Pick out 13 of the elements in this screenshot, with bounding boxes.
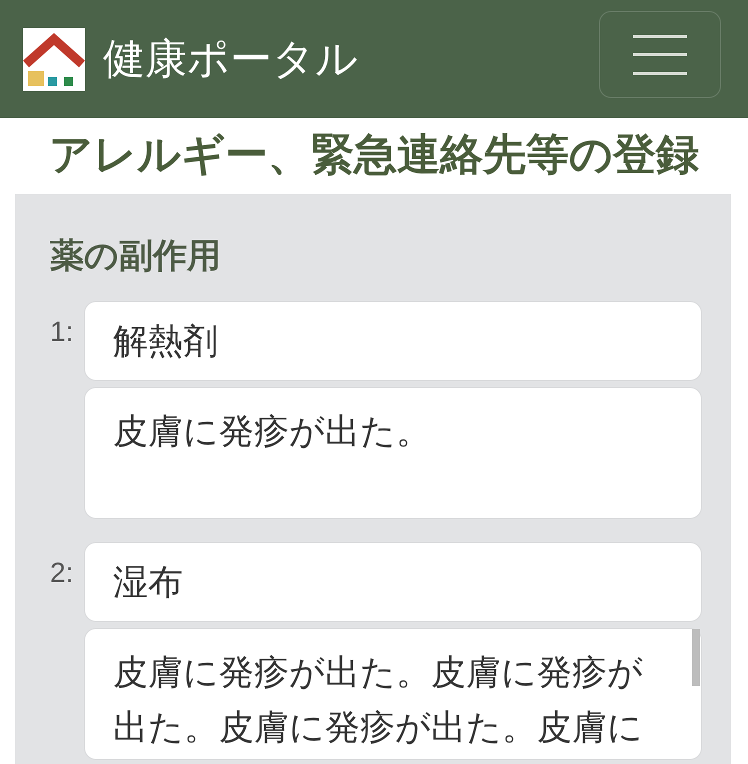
entry-number: 1:	[50, 315, 74, 349]
scrollbar-thumb[interactable]	[692, 629, 700, 686]
site-title[interactable]: 健康ポータル	[103, 34, 358, 84]
medicine-name-field[interactable]: 湿布	[84, 542, 702, 622]
reaction-field[interactable]: 皮膚に発疹が出た。皮膚に発疹が出た。皮膚に発疹が出た。皮膚に	[84, 628, 702, 760]
page-heading: アレルギー、緊急連絡先等の登録	[49, 130, 699, 182]
entry-number: 2:	[50, 556, 74, 590]
house-icon[interactable]	[23, 28, 85, 90]
reaction-field[interactable]: 皮膚に発疹が出た。	[84, 387, 702, 520]
section-heading: 薬の副作用	[50, 235, 222, 278]
menu-icon	[633, 34, 687, 74]
medicine-name-field[interactable]: 解熱剤	[84, 301, 702, 382]
menu-button[interactable]	[599, 11, 721, 98]
